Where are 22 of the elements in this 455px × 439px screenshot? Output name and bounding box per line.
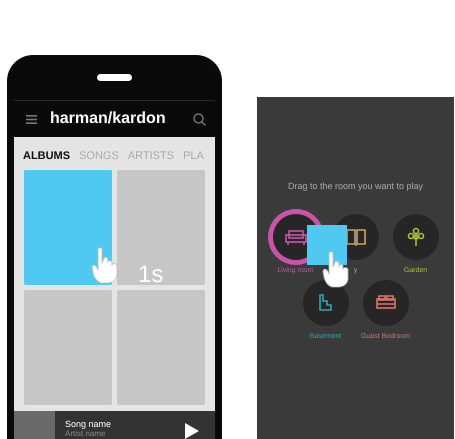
play-icon[interactable] [185,423,199,439]
hold-duration-label: 1s [138,261,164,289]
album-tile[interactable] [24,290,112,405]
search-icon[interactable] [193,112,206,126]
tab[interactable]: ALBUMS [23,150,70,170]
hand-icon [321,249,351,289]
menu-icon[interactable] [26,114,37,124]
album-tile[interactable] [117,170,205,285]
brand-logo: harman/kardon [50,110,167,128]
artist-name: Artist name [65,429,106,438]
album-tile[interactable] [24,170,112,285]
hand-icon [90,245,120,285]
room-button[interactable] [392,214,438,260]
tab[interactable]: PLA [183,150,204,170]
tab[interactable]: ARTISTS [128,150,174,170]
tab[interactable]: SONGS [79,150,119,170]
speaker-slot [97,74,132,81]
album-thumbnail [14,411,55,439]
album-tile[interactable] [117,290,205,405]
instruction-text: Drag to the room you want to play [288,181,424,191]
dragged-album-tile [307,225,347,265]
song-title: Song name [65,419,112,429]
